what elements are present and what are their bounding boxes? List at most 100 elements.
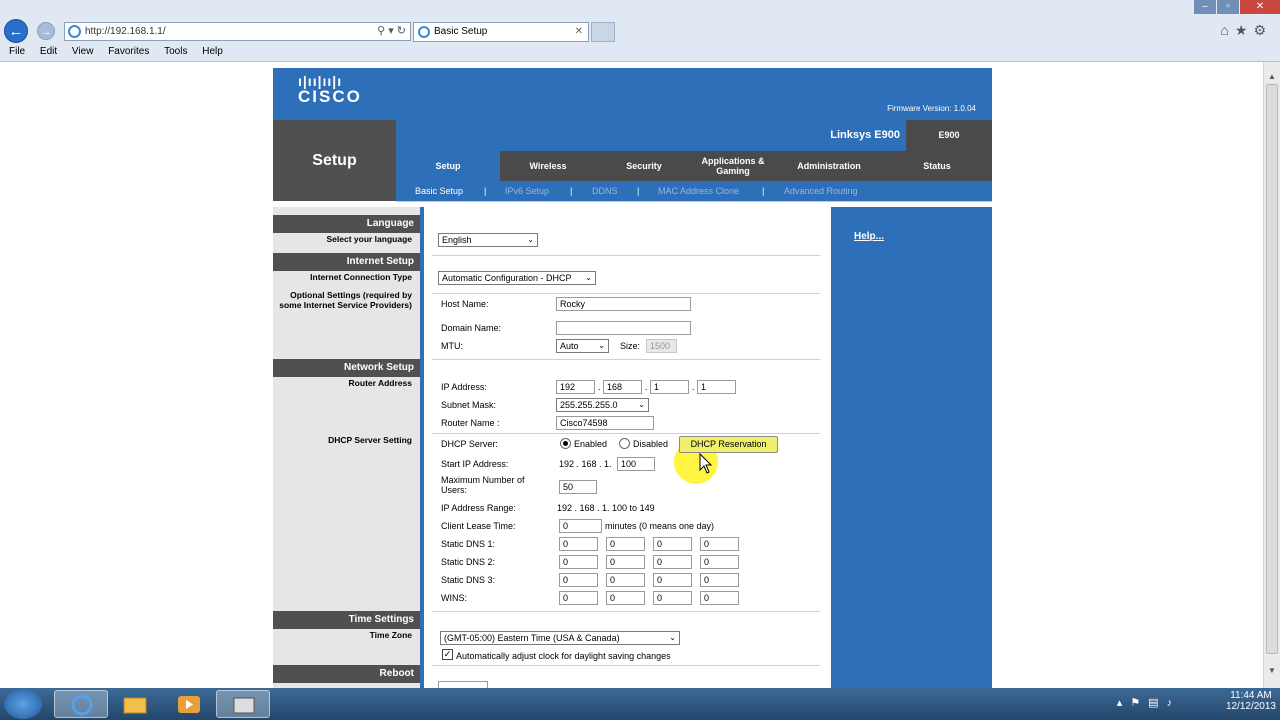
subtab-ddns[interactable]: DDNS: [592, 181, 618, 201]
router-header: ı|ıı|ıı|ı cisco Firmware Version: 1.0.04: [273, 68, 992, 120]
subtab-basic-setup[interactable]: Basic Setup: [415, 181, 463, 201]
language-select[interactable]: English ⌄: [438, 233, 538, 247]
connection-type-value: Automatic Configuration - DHCP: [442, 273, 572, 283]
separator: [432, 293, 820, 294]
volume-icon[interactable]: ♪: [1167, 697, 1181, 709]
network-setup-heading: Network Setup: [273, 359, 420, 377]
ip-octet-4[interactable]: 1: [697, 380, 736, 394]
time-zone-label: Time Zone: [369, 630, 412, 640]
tab-close-icon[interactable]: ✕: [575, 23, 583, 41]
browser-tab[interactable]: Basic Setup ✕: [413, 22, 589, 42]
dhcp-enabled-radio[interactable]: [560, 438, 571, 449]
dns1-octet[interactable]: 0: [653, 537, 692, 551]
dns1-octet[interactable]: 0: [700, 537, 739, 551]
dns3-octet[interactable]: 0: [700, 573, 739, 587]
flag-icon[interactable]: ⚑: [1130, 697, 1148, 709]
vertical-scrollbar[interactable]: ▲ ▼: [1263, 62, 1280, 688]
dns3-octet[interactable]: 0: [559, 573, 598, 587]
time-settings-heading: Time Settings: [273, 611, 420, 629]
maximize-icon[interactable]: ▫: [1217, 0, 1239, 14]
network-icon[interactable]: ▤: [1148, 697, 1166, 709]
help-link[interactable]: Help...: [854, 231, 884, 242]
dns3-octet[interactable]: 0: [606, 573, 645, 587]
tab-administration[interactable]: Administration: [774, 151, 884, 181]
subnet-mask-select[interactable]: 255.255.255.0 ⌄: [556, 398, 649, 412]
router-address-label: Router Address: [348, 378, 412, 388]
ip-octet-3[interactable]: 1: [650, 380, 689, 394]
tab-wireless[interactable]: Wireless: [500, 151, 596, 181]
menu-edit[interactable]: Edit: [40, 46, 57, 57]
scroll-down-icon[interactable]: ▼: [1268, 666, 1276, 675]
lease-time-input[interactable]: 0: [559, 519, 602, 533]
dhcp-reservation-button[interactable]: DHCP Reservation: [679, 436, 778, 453]
tray-arrow-icon[interactable]: ▴: [1117, 697, 1131, 709]
dns3-octet[interactable]: 0: [653, 573, 692, 587]
ip-octet-1[interactable]: 192: [556, 380, 595, 394]
wins-octet[interactable]: 0: [606, 591, 645, 605]
tab-applications-gaming[interactable]: Applications & Gaming: [692, 151, 774, 181]
wins-octet[interactable]: 0: [700, 591, 739, 605]
dst-checkbox[interactable]: ✓: [442, 649, 453, 660]
start-button[interactable]: [4, 689, 42, 719]
router-name-input[interactable]: Cisco74598: [556, 416, 654, 430]
tab-title: Basic Setup: [434, 26, 488, 37]
tab-security[interactable]: Security: [596, 151, 692, 181]
separator: [432, 433, 820, 434]
taskbar-app[interactable]: [216, 690, 270, 718]
subtab-advanced-routing[interactable]: Advanced Routing: [784, 181, 858, 201]
dhcp-disabled-radio[interactable]: [619, 438, 630, 449]
domain-name-input[interactable]: [556, 321, 691, 335]
menu-tools[interactable]: Tools: [164, 46, 187, 57]
favorites-icon[interactable]: ★: [1235, 22, 1254, 38]
wins-octet[interactable]: 0: [653, 591, 692, 605]
host-name-input[interactable]: Rocky: [556, 297, 691, 311]
menu-favorites[interactable]: Favorites: [108, 46, 149, 57]
subtab-mac-address-clone[interactable]: MAC Address Clone: [658, 181, 739, 201]
toolbar-icons: ⌂★⚙: [1220, 22, 1272, 39]
ip-octet-2[interactable]: 168: [603, 380, 642, 394]
taskbar-media-player[interactable]: [162, 690, 216, 718]
tab-status[interactable]: Status: [884, 151, 990, 181]
connection-type-select[interactable]: Automatic Configuration - DHCP ⌄: [438, 271, 596, 285]
dns2-octet[interactable]: 0: [606, 555, 645, 569]
system-clock[interactable]: 11:44 AM 12/12/2013: [1226, 690, 1276, 712]
start-ip-input[interactable]: 100: [617, 457, 655, 471]
taskbar-ie[interactable]: [54, 690, 108, 718]
tab-setup[interactable]: Setup: [396, 151, 500, 181]
dns2-octet[interactable]: 0: [700, 555, 739, 569]
host-name-label: Host Name:: [441, 299, 489, 309]
chevron-down-icon: ⌄: [585, 273, 592, 282]
new-tab-button[interactable]: [591, 22, 615, 42]
address-bar[interactable]: http://192.168.1.1/ ⚲ ▾ ↻: [64, 22, 411, 41]
max-users-input[interactable]: 50: [559, 480, 597, 494]
dns2-octet[interactable]: 0: [559, 555, 598, 569]
taskbar-explorer[interactable]: [108, 690, 162, 718]
home-icon[interactable]: ⌂: [1220, 22, 1234, 38]
wins-octet[interactable]: 0: [559, 591, 598, 605]
menu-bar: File Edit View Favorites Tools Help: [0, 44, 226, 60]
size-label: Size:: [620, 341, 641, 351]
back-button[interactable]: ←: [4, 19, 28, 43]
dns2-octet[interactable]: 0: [653, 555, 692, 569]
forward-button[interactable]: →: [37, 22, 55, 40]
menu-file[interactable]: File: [9, 46, 25, 57]
scroll-thumb[interactable]: [1266, 84, 1278, 654]
main-tabs: Setup Wireless Security Applications & G…: [396, 151, 992, 181]
dns1-octet[interactable]: 0: [606, 537, 645, 551]
search-refresh-icons[interactable]: ⚲ ▾ ↻: [377, 23, 406, 40]
time-zone-select[interactable]: (GMT-05:00) Eastern Time (USA & Canada) ⌄: [440, 631, 680, 645]
subtab-ipv6-setup[interactable]: IPv6 Setup: [505, 181, 549, 201]
mtu-select[interactable]: Auto ⌄: [556, 339, 609, 353]
scroll-up-icon[interactable]: ▲: [1268, 72, 1276, 81]
reboot-heading: Reboot: [273, 665, 420, 683]
dns1-octet[interactable]: 0: [559, 537, 598, 551]
folder-icon: [123, 697, 147, 714]
menu-help[interactable]: Help: [202, 46, 223, 57]
menu-view[interactable]: View: [72, 46, 94, 57]
clock-time: 11:44 AM: [1230, 690, 1272, 701]
gear-icon[interactable]: ⚙: [1253, 22, 1272, 38]
reboot-button[interactable]: [438, 681, 488, 688]
minimize-icon[interactable]: –: [1194, 0, 1216, 14]
static-dns-3-label: Static DNS 3:: [441, 575, 496, 585]
close-icon[interactable]: ✕: [1240, 0, 1280, 14]
